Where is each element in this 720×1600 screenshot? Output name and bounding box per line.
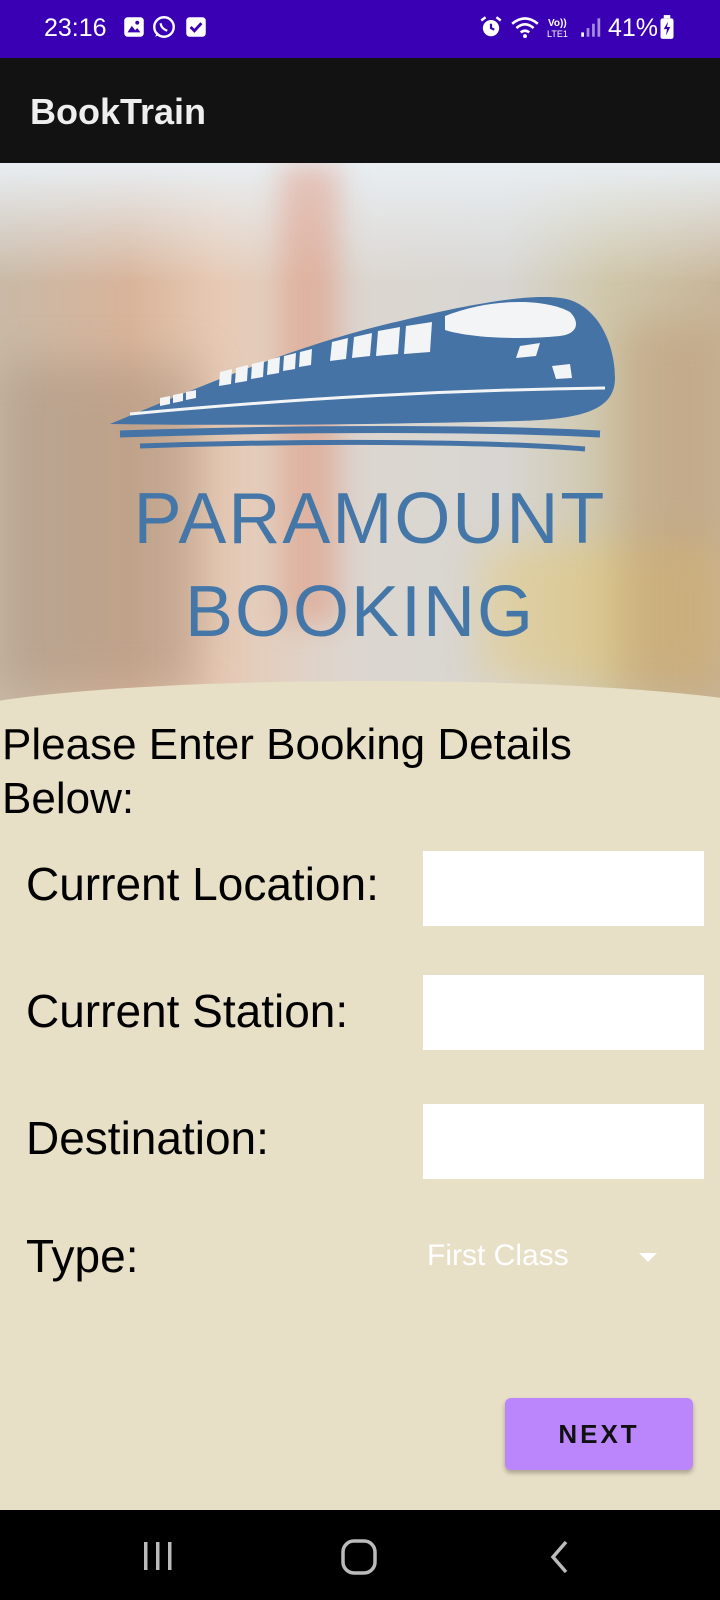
- wifi-icon: [511, 17, 539, 39]
- train-logo-icon: [110, 297, 615, 452]
- svg-text:LTE1: LTE1: [547, 29, 568, 39]
- navigation-bar: [0, 1510, 720, 1600]
- chevron-down-icon: [639, 1253, 657, 1262]
- type-label: Type:: [26, 1230, 139, 1282]
- volte-icon: Vo)) LTE1: [547, 18, 568, 39]
- app-title: BookTrain: [30, 91, 207, 132]
- next-button[interactable]: NEXT: [505, 1398, 693, 1470]
- destination-label: Destination:: [26, 1112, 269, 1164]
- hero-banner: PARAMOUNT BOOKING: [0, 163, 720, 715]
- svg-text:Vo)): Vo)): [548, 18, 567, 29]
- recent-apps-icon[interactable]: [140, 1538, 176, 1574]
- logo-text-booking: BOOKING: [184, 572, 536, 652]
- current-location-input[interactable]: [423, 851, 704, 926]
- current-station-label: Current Station:: [26, 985, 349, 1037]
- checkbox-icon: [186, 17, 206, 37]
- signal-icon: [581, 18, 601, 37]
- status-bar: 23:16 Vo)) LTE1 41%: [0, 0, 720, 58]
- logo-text-paramount: PARAMOUNT: [133, 479, 607, 559]
- status-time: 23:16: [44, 14, 107, 42]
- type-spinner-value: First Class: [427, 1239, 569, 1272]
- booking-prompt: Please Enter Booking Details Below:: [2, 720, 572, 823]
- current-station-input[interactable]: [423, 975, 704, 1050]
- type-spinner[interactable]: First Class: [415, 1225, 665, 1285]
- gallery-icon: [124, 17, 144, 37]
- current-location-label: Current Location:: [26, 858, 379, 910]
- back-icon[interactable]: [548, 1538, 572, 1576]
- app-bar: BookTrain: [0, 58, 720, 163]
- whatsapp-icon: [153, 16, 175, 38]
- home-icon[interactable]: [340, 1538, 378, 1576]
- battery-icon: [660, 15, 674, 39]
- battery-percent: 41%: [607, 14, 658, 42]
- destination-input[interactable]: [423, 1104, 704, 1179]
- alarm-icon: [480, 16, 502, 37]
- hero-background-sky: [0, 163, 720, 283]
